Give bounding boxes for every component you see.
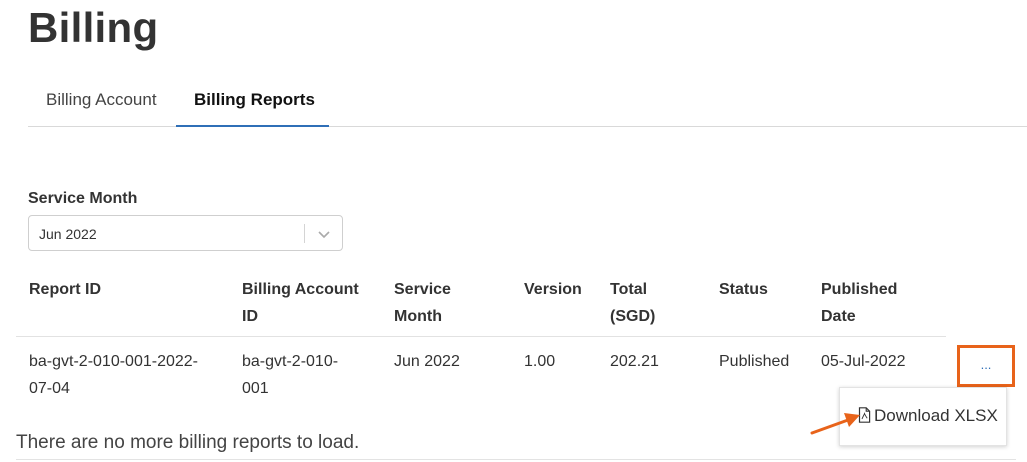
header-published-date: Published Date [821, 281, 898, 325]
tab-billing-reports[interactable]: Billing Reports [194, 90, 315, 110]
cell-total: 202.21 [610, 353, 659, 370]
service-month-value: Jun 2022 [39, 226, 97, 242]
cell-version: 1.00 [524, 353, 556, 370]
header-service-month: Service Month [394, 281, 451, 325]
header-report-id: Report ID [29, 281, 101, 298]
tab-bar: Billing Account Billing Reports [28, 78, 1027, 127]
row-actions-menu: Download XLSX [839, 387, 1007, 446]
cell-status: Published [719, 353, 790, 370]
download-xlsx-label: Download XLSX [874, 406, 998, 425]
more-icon: ... [980, 357, 992, 372]
no-more-reports-message: There are no more billing reports to loa… [16, 432, 360, 453]
download-xlsx-item[interactable]: Download XLSX [858, 406, 998, 426]
chevron-down-icon[interactable] [315, 225, 333, 243]
header-status: Status [719, 281, 768, 298]
tab-billing-account[interactable]: Billing Account [46, 90, 157, 110]
page-title: Billing [28, 4, 159, 51]
cell-report-id: ba-gvt-2-010-001-2022- 07-04 [29, 353, 198, 397]
table-divider [16, 336, 946, 337]
header-version: Version [524, 281, 582, 298]
arrow-icon [810, 413, 860, 435]
active-tab-indicator [176, 125, 329, 127]
cell-published-date: 05-Jul-2022 [821, 353, 906, 370]
cell-billing-account-id: ba-gvt-2-010- 001 [242, 353, 339, 397]
service-month-label: Service Month [28, 190, 138, 207]
footer-divider [16, 459, 1016, 460]
select-separator [304, 224, 305, 243]
row-actions-button[interactable]: ... [957, 345, 1015, 387]
header-total: Total (SGD) [610, 281, 656, 325]
cell-service-month: Jun 2022 [394, 353, 460, 370]
header-billing-account-id: Billing Account ID [242, 281, 359, 325]
service-month-select[interactable]: Jun 2022 [28, 215, 343, 251]
